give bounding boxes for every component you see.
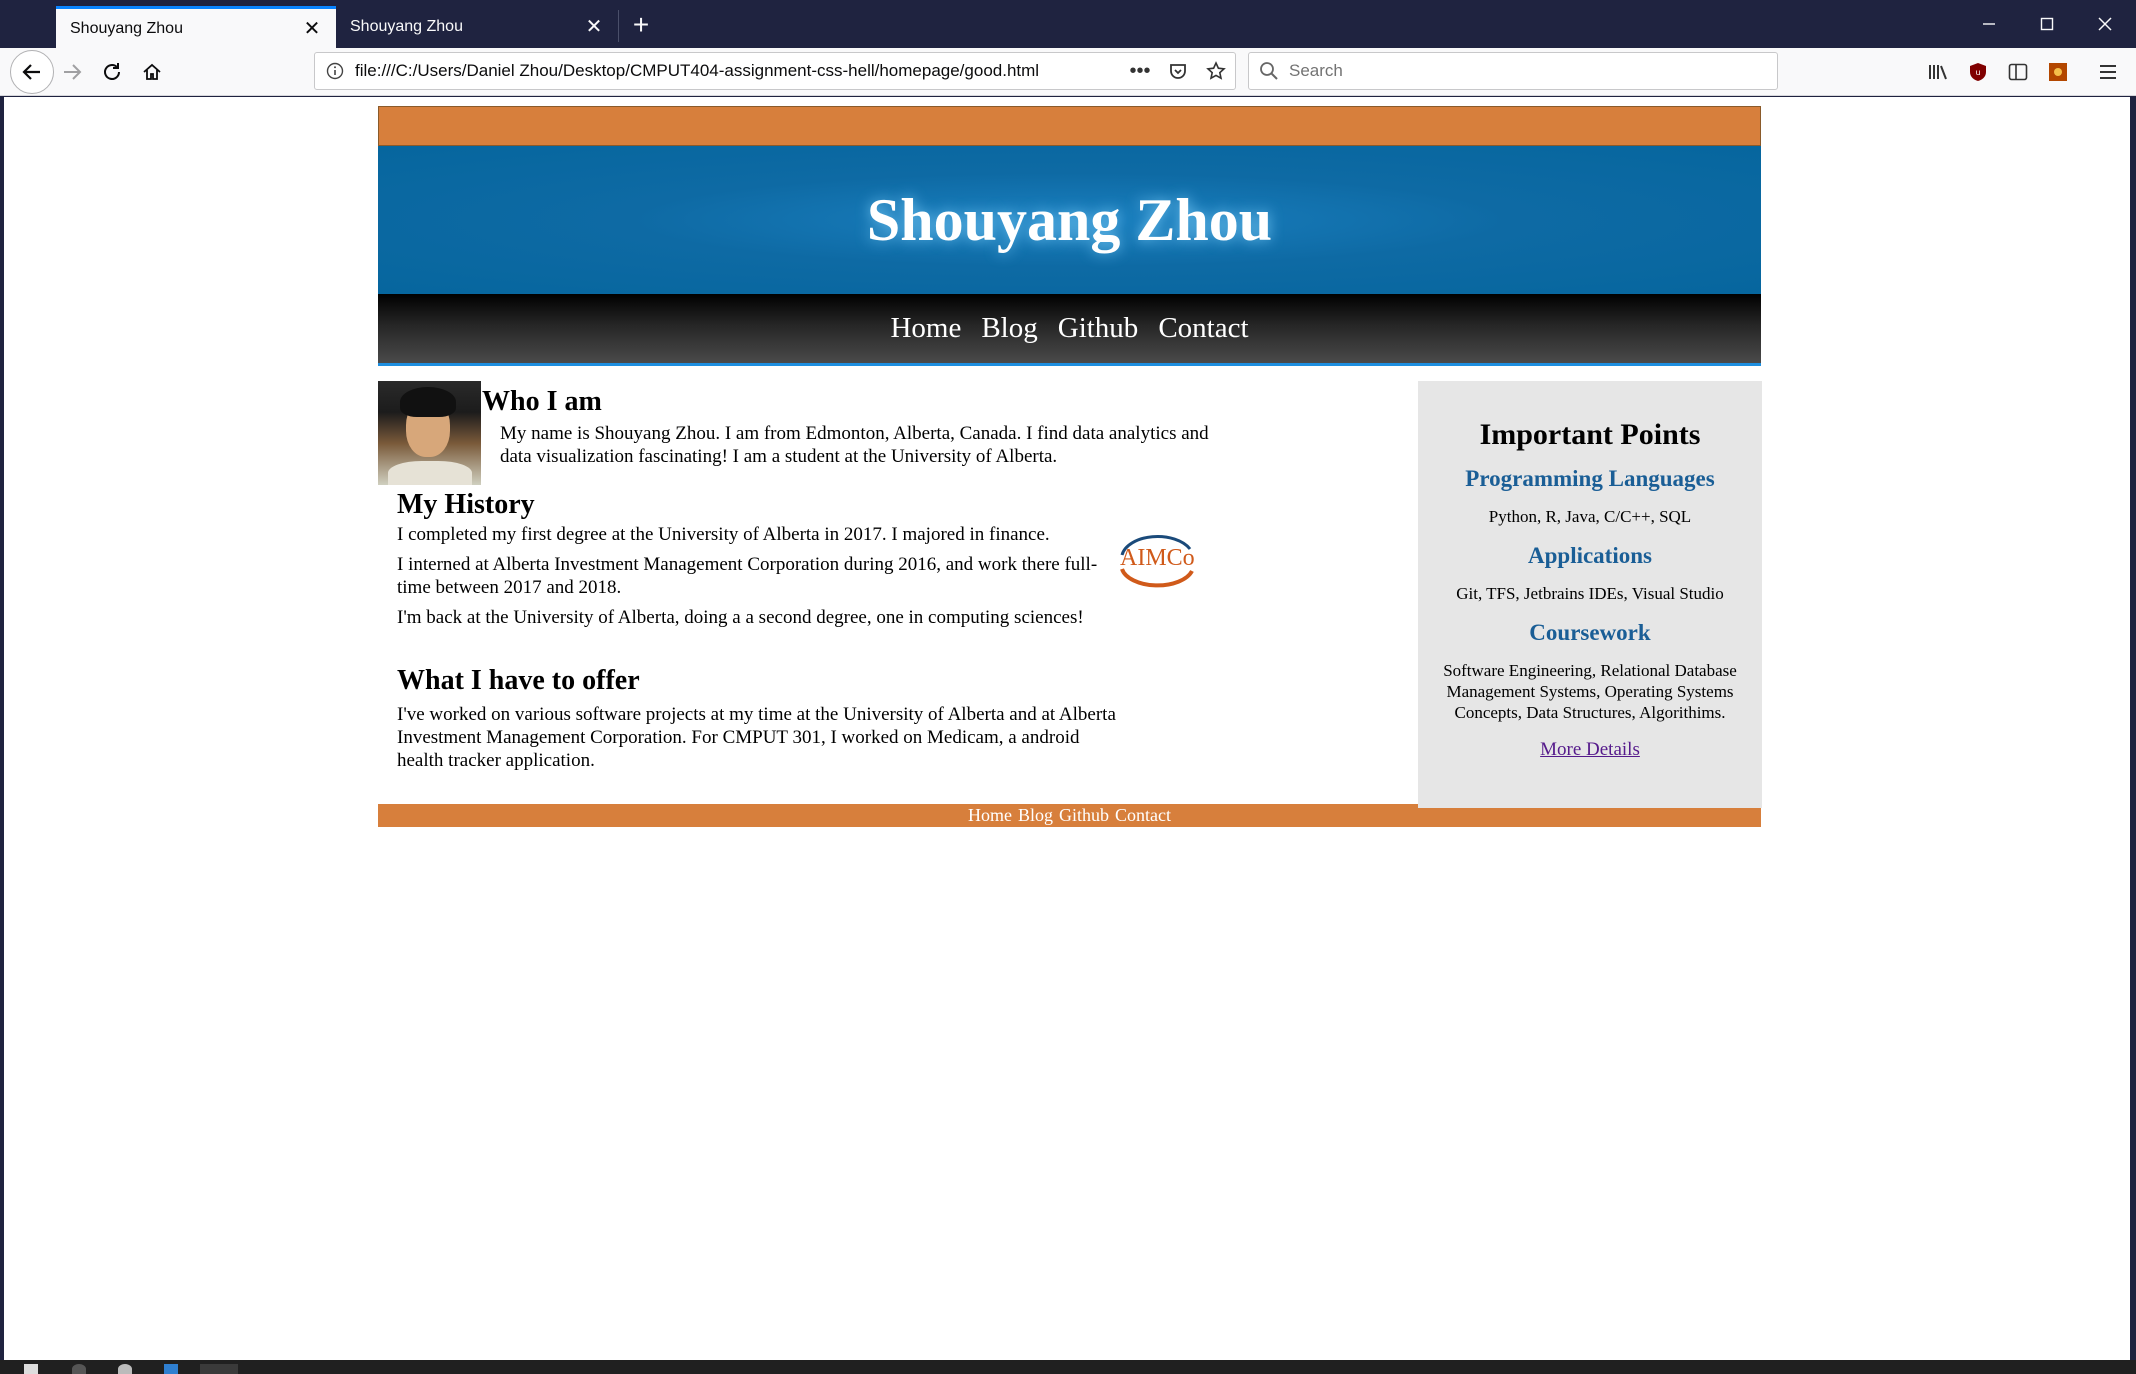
- history-heading: My History: [397, 489, 535, 520]
- sidebar-section-text: Python, R, Java, C/C++, SQL: [1488, 507, 1692, 526]
- history-paragraph: I'm back at the University of Alberta, d…: [397, 607, 1084, 628]
- taskbar-active-app-icon[interactable]: [200, 1364, 238, 1374]
- who-text: My name is Shouyang Zhou. I am from Edmo…: [500, 423, 1209, 467]
- menu-contact-link[interactable]: Contact: [1158, 312, 1248, 345]
- forward-icon[interactable]: [54, 54, 90, 90]
- taskbar-start-icon[interactable]: [24, 1364, 38, 1374]
- profile-photo: [378, 381, 481, 485]
- tab-inactive[interactable]: Shouyang Zhou ✕: [336, 6, 618, 48]
- tab-bar: Shouyang Zhou ✕ Shouyang Zhou ✕ +: [0, 0, 2136, 48]
- search-bar[interactable]: Search: [1248, 52, 1778, 90]
- history-paragraph: I completed my first degree at the Unive…: [397, 524, 1050, 545]
- page-actions-icon[interactable]: •••: [1121, 60, 1159, 83]
- offer-heading: What I have to offer: [397, 665, 640, 696]
- tab-close-icon[interactable]: ✕: [584, 17, 604, 37]
- offer-text: I've worked on various software projects…: [397, 704, 1116, 771]
- sidebar-section-text: Git, TFS, Jetbrains IDEs, Visual Studio: [1456, 584, 1724, 603]
- extension-icon[interactable]: [2040, 54, 2076, 90]
- pocket-icon[interactable]: [1159, 61, 1197, 81]
- taskbar-cortana-icon[interactable]: [118, 1364, 132, 1374]
- sidebar-section-title: Applications: [1528, 543, 1652, 568]
- ublock-icon[interactable]: u: [1960, 54, 1996, 90]
- search-icon: [1249, 61, 1289, 81]
- important-points-sidebar: Important Points Programming Languages P…: [1418, 381, 1762, 808]
- menu-home-link[interactable]: Home: [890, 312, 961, 345]
- more-details-link[interactable]: More Details: [1540, 739, 1640, 760]
- sidebar-section-title: Programming Languages: [1465, 466, 1715, 491]
- taskbar-search-icon[interactable]: [72, 1364, 86, 1374]
- home-icon[interactable]: [134, 54, 170, 90]
- tab-active[interactable]: Shouyang Zhou ✕: [56, 6, 336, 48]
- footer-home-link[interactable]: Home: [968, 805, 1012, 826]
- footer-blog-link[interactable]: Blog: [1018, 805, 1053, 826]
- library-icon[interactable]: [1920, 54, 1956, 90]
- aimco-logo: AIMCo: [1116, 529, 1198, 589]
- sidebar-heading: Important Points: [1479, 418, 1701, 451]
- reload-icon[interactable]: [94, 54, 130, 90]
- minimize-icon[interactable]: [1960, 6, 2018, 42]
- os-taskbar: [0, 1360, 2136, 1374]
- header-banner: Shouyang Zhou: [378, 146, 1761, 294]
- bookmark-star-icon[interactable]: [1197, 61, 1235, 81]
- maximize-icon[interactable]: [2018, 6, 2076, 42]
- url-text[interactable]: file:///C:/Users/Daniel Zhou/Desktop/CMP…: [355, 61, 1121, 81]
- new-tab-icon[interactable]: +: [626, 9, 656, 40]
- back-icon[interactable]: [10, 50, 54, 94]
- browser-window: Shouyang Zhou ✕ Shouyang Zhou ✕ + file:/…: [0, 0, 2136, 1374]
- site-title: Shouyang Zhou: [866, 186, 1273, 253]
- svg-text:AIMCo: AIMCo: [1120, 545, 1195, 571]
- main-menu: Home Blog Github Contact: [378, 294, 1761, 366]
- close-icon[interactable]: [2076, 6, 2134, 42]
- footer-github-link[interactable]: Github: [1059, 805, 1109, 826]
- header-strip: [378, 106, 1761, 146]
- search-input[interactable]: Search: [1289, 61, 1343, 81]
- history-paragraph: I interned at Alberta Investment Managem…: [397, 554, 1098, 598]
- tab-close-icon[interactable]: ✕: [302, 19, 322, 39]
- taskbar-app-icon[interactable]: [164, 1364, 178, 1374]
- menu-github-link[interactable]: Github: [1058, 312, 1139, 345]
- homepage: Shouyang Zhou Home Blog Github Contact W…: [378, 106, 1762, 827]
- tab-title: Shouyang Zhou: [350, 18, 463, 35]
- content-area: Who I am My name is Shouyang Zhou. I am …: [378, 366, 1762, 808]
- menu-icon[interactable]: [2090, 54, 2126, 90]
- svg-text:u: u: [1975, 68, 1980, 77]
- url-bar[interactable]: file:///C:/Users/Daniel Zhou/Desktop/CMP…: [314, 52, 1236, 90]
- sidebar-section-text: Software Engineering, Relational Databas…: [1443, 661, 1737, 722]
- footer-contact-link[interactable]: Contact: [1115, 805, 1171, 826]
- who-heading: Who I am: [482, 386, 602, 417]
- tab-separator: [618, 10, 619, 42]
- sidebar-icon[interactable]: [2000, 54, 2036, 90]
- page-viewport: Shouyang Zhou Home Blog Github Contact W…: [4, 97, 2130, 1360]
- nav-toolbar: file:///C:/Users/Daniel Zhou/Desktop/CMP…: [0, 48, 2136, 96]
- tab-title: Shouyang Zhou: [70, 19, 183, 37]
- sidebar-section-title: Coursework: [1529, 620, 1651, 645]
- menu-blog-link[interactable]: Blog: [981, 312, 1037, 345]
- info-icon[interactable]: [315, 62, 355, 80]
